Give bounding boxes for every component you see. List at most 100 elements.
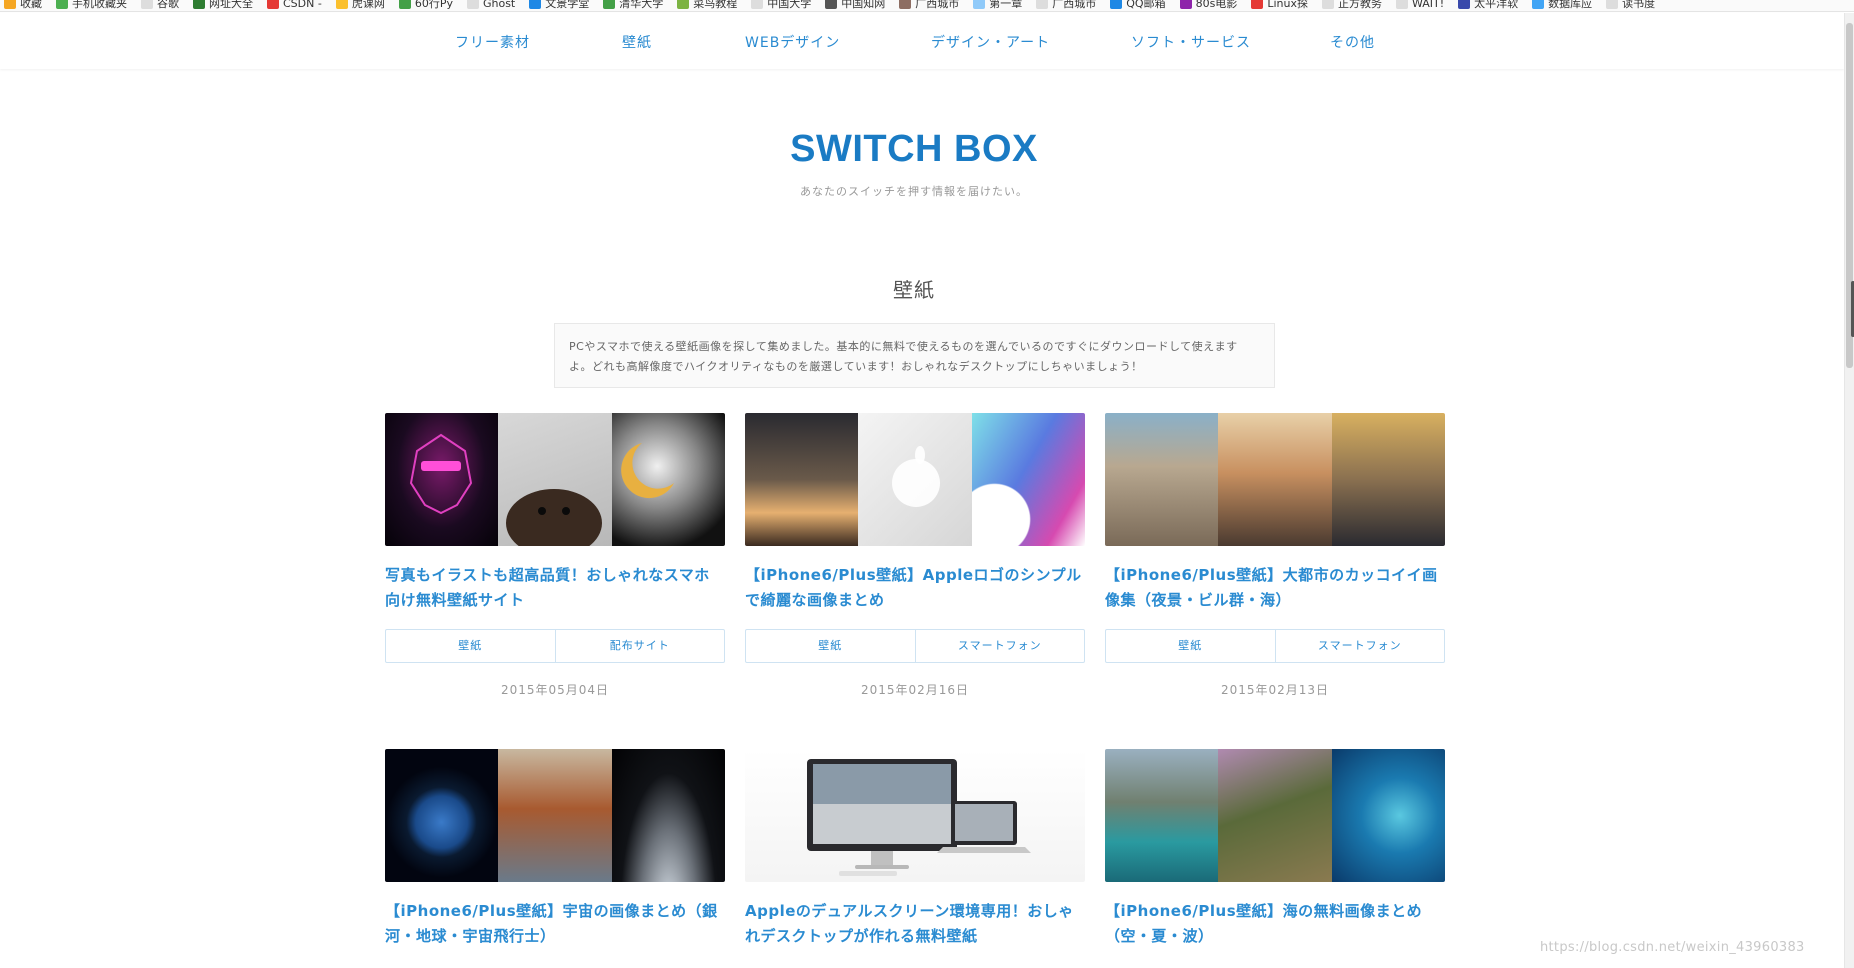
- bookmark-label: 中国大学: [767, 0, 812, 10]
- tag-smartphone[interactable]: スマートフォン: [914, 630, 1085, 662]
- bookmark-item[interactable]: 正方教务: [1318, 0, 1392, 11]
- bookmark-favicon-icon: [1532, 0, 1545, 9]
- category-nav: フリー素材 壁紙 WEBデザイン デザイン・アート ソフト・サービス その他: [0, 13, 1844, 69]
- bookmark-favicon-icon: [1179, 0, 1192, 9]
- bookmarks-bar: 收藏 手机收藏夹 谷歌 网址大全 CSDN - 虎课网 60行Py Ghost 文景学堂 清华大学…: [0, 0, 1854, 12]
- earth-image: [385, 749, 499, 882]
- bookmark-item[interactable]: 手机收藏夹: [52, 0, 137, 11]
- article-date: 2015年02月13日: [1220, 683, 1330, 697]
- bookmark-label: 菜鸟教程: [693, 0, 738, 10]
- bookmark-item[interactable]: CSDN -: [263, 0, 332, 11]
- article-tags: 壁紙 配布サイト: [385, 629, 725, 663]
- bookmark-item[interactable]: 谷歌: [137, 0, 189, 11]
- nav-item-web-design[interactable]: WEBデザイン: [745, 32, 840, 52]
- bookmark-item[interactable]: 中国大学: [747, 0, 821, 11]
- bookmark-favicon-icon: [899, 0, 912, 9]
- article-card: 【iPhone6/Plus壁紙】大都市のカッコイイ画像集（夜景・ビル群・海） 壁…: [1105, 413, 1445, 698]
- bookmark-favicon-icon: [466, 0, 479, 9]
- article-date: 2015年02月16日: [860, 683, 970, 697]
- bookmark-item[interactable]: 80s电影: [1176, 0, 1248, 11]
- bookmark-item[interactable]: 网址大全: [189, 0, 263, 11]
- article-card: 【iPhone6/Plus壁紙】宇宙の画像まとめ（銀河・地球・宇宙飛行士）: [385, 749, 725, 949]
- bookmark-favicon-icon: [1606, 0, 1619, 9]
- bookmark-favicon-icon: [1321, 0, 1334, 9]
- bookmark-favicon-icon: [1110, 0, 1123, 9]
- bookmark-favicon-icon: [973, 0, 986, 9]
- bookmark-item[interactable]: Ghost: [463, 0, 525, 11]
- bookmark-item[interactable]: 广西城市: [895, 0, 969, 11]
- article-thumbnail[interactable]: [745, 413, 1085, 546]
- bookmark-item[interactable]: 清华大学: [599, 0, 673, 11]
- bookmark-favicon-icon: [56, 0, 68, 9]
- bookmark-item[interactable]: 数据库应: [1528, 0, 1602, 11]
- bookmark-label: QQ邮箱: [1126, 0, 1166, 10]
- bookmark-label: 广西城市: [1052, 0, 1097, 10]
- bookmark-label: 文景学堂: [545, 0, 590, 10]
- astronaut-image: [498, 749, 612, 882]
- tag-wallpaper[interactable]: 壁紙: [746, 630, 915, 662]
- bookmark-item[interactable]: 菜鸟教程: [673, 0, 747, 11]
- bookmark-label: 清华大学: [619, 0, 664, 10]
- bookmark-favicon-icon: [398, 0, 411, 9]
- nav-item-software-service[interactable]: ソフト・サービス: [1131, 32, 1251, 52]
- article-title[interactable]: Appleのデュアルスクリーン環境専用！おしゃれデスクトップが作れる無料壁紙: [745, 899, 1085, 949]
- bookmark-favicon-icon: [335, 0, 348, 9]
- tiger-icon: [409, 433, 473, 515]
- article-thumbnail[interactable]: [385, 413, 725, 546]
- bookmark-favicon-icon: [1458, 0, 1471, 9]
- bookmark-label: Ghost: [482, 0, 516, 10]
- city-sunset-image: [1218, 413, 1332, 546]
- bookmark-label: WAIT!: [1411, 0, 1445, 10]
- article-thumbnail[interactable]: [1105, 413, 1445, 546]
- bookmark-item[interactable]: 广西城市: [1032, 0, 1106, 11]
- nav-item-design-art[interactable]: デザイン・アート: [931, 32, 1050, 52]
- bookmark-item[interactable]: 虎课网: [332, 0, 395, 11]
- nav-item-other[interactable]: その他: [1330, 32, 1375, 52]
- article-title[interactable]: 【iPhone6/Plus壁紙】大都市のカッコイイ画像集（夜景・ビル群・海）: [1105, 563, 1445, 613]
- tag-smartphone[interactable]: スマートフォン: [1274, 630, 1445, 662]
- article-title[interactable]: 【iPhone6/Plus壁紙】宇宙の画像まとめ（銀河・地球・宇宙飛行士）: [385, 899, 725, 949]
- bookmark-favicon-icon: [825, 0, 838, 9]
- article-date: 2015年05月04日: [500, 683, 610, 697]
- apple-logo-icon: [892, 446, 941, 507]
- article-thumbnail[interactable]: [385, 749, 725, 882]
- mountain-lake-image: [1105, 749, 1219, 882]
- article-tags: 壁紙 スマートフォン: [1105, 629, 1445, 663]
- site-logo[interactable]: SWITCH BOX: [0, 128, 1828, 171]
- article-title[interactable]: 【iPhone6/Plus壁紙】Appleロゴのシンプルで綺麗な画像まとめ: [745, 563, 1085, 613]
- article-thumbnail[interactable]: [745, 749, 1085, 882]
- apple-store-image: [745, 413, 859, 546]
- bookmark-label: 80s电影: [1195, 0, 1238, 10]
- article-thumbnail[interactable]: [1105, 749, 1445, 882]
- bookmark-item[interactable]: Linux探: [1247, 0, 1318, 11]
- bookmark-item[interactable]: 太平洋软: [1454, 0, 1528, 11]
- bookmark-item[interactable]: 读书度: [1602, 0, 1665, 11]
- imac-macbook-image: [807, 759, 1031, 876]
- city-aerial-image: [1105, 413, 1219, 546]
- bookmark-item[interactable]: 中国知网: [821, 0, 895, 11]
- white-apple-logo-image: [858, 413, 972, 546]
- bookmark-favicon-icon: [267, 0, 279, 9]
- bookmark-item[interactable]: 60行Py: [395, 0, 463, 11]
- article-title[interactable]: 【iPhone6/Plus壁紙】海の無料画像まとめ（空・夏・波）: [1105, 899, 1445, 949]
- bookmark-favicon-icon: [4, 0, 16, 9]
- section-title: 壁紙: [893, 278, 935, 302]
- bookmarks-list: 收藏 手机收藏夹 谷歌 网址大全 CSDN - 虎课网 60行Py Ghost 文景学堂 清华大学…: [0, 0, 1665, 11]
- tag-distribution-site[interactable]: 配布サイト: [554, 630, 725, 662]
- page-scrollbar[interactable]: [1844, 13, 1854, 968]
- tag-wallpaper[interactable]: 壁紙: [1106, 630, 1275, 662]
- bookmark-favicon-icon: [529, 0, 542, 9]
- bookmark-item[interactable]: QQ邮箱: [1106, 0, 1175, 11]
- bookmark-item[interactable]: WAIT!: [1392, 0, 1454, 11]
- bookmark-favicon-icon: [603, 0, 616, 9]
- tag-wallpaper[interactable]: 壁紙: [386, 630, 555, 662]
- dog-photo-image: [498, 413, 612, 546]
- nav-item-wallpaper[interactable]: 壁紙: [622, 32, 652, 52]
- bookmark-item[interactable]: 文景学堂: [525, 0, 599, 11]
- moon-illustration-image: [611, 413, 725, 546]
- bookmark-label: 广西城市: [915, 0, 960, 10]
- bookmark-item[interactable]: 收藏: [0, 0, 52, 11]
- nav-item-free-materials[interactable]: フリー素材: [455, 32, 530, 52]
- bookmark-item[interactable]: 第一章: [969, 0, 1032, 11]
- article-title[interactable]: 写真もイラストも超高品質！おしゃれなスマホ向け無料壁紙サイト: [385, 563, 725, 613]
